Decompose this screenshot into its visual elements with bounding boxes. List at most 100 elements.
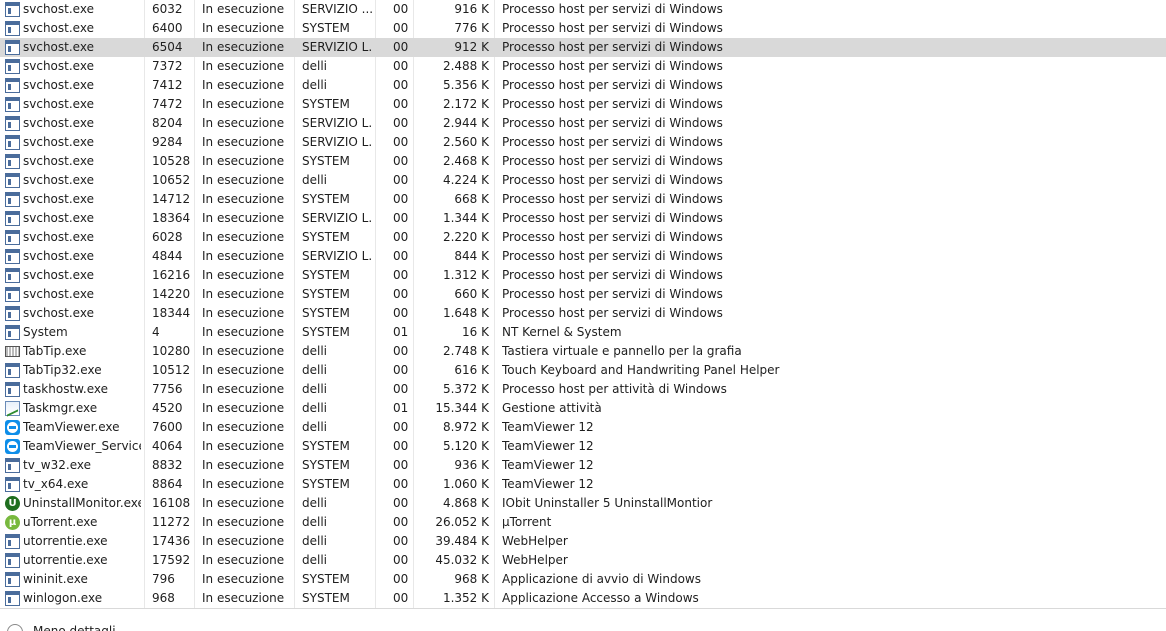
table-row[interactable]: TabTip32.exe 10512 In esecuzione delli 00 616… <box>0 361 1166 380</box>
table-row[interactable]: svchost.exe 18364 In esecuzione SERVIZIO L.… <box>0 209 1166 228</box>
process-icon-cell <box>5 171 21 190</box>
process-icon-cell <box>5 418 21 437</box>
process-memory: 660 K <box>454 287 489 301</box>
process-name: uTorrent.exe <box>23 515 98 529</box>
process-pid: 7600 <box>152 420 183 434</box>
table-row[interactable]: svchost.exe 14712 In esecuzione SYSTEM 00 668… <box>0 190 1166 209</box>
process-cpu: 00 <box>393 268 409 282</box>
process-name: utorrentie.exe <box>23 534 108 548</box>
process-name: svchost.exe <box>23 78 94 92</box>
process-description: Processo host per attività di Windows <box>502 382 727 396</box>
process-cpu: 00 <box>393 230 409 244</box>
process-status: In esecuzione <box>202 154 285 168</box>
process-user: SERVIZIO L... <box>302 116 372 130</box>
process-status: In esecuzione <box>202 496 285 510</box>
process-description: Processo host per servizi di Windows <box>502 192 723 206</box>
table-row[interactable]: utorrentie.exe 17592 In esecuzione delli 00 4… <box>0 551 1166 570</box>
table-row[interactable]: svchost.exe 7372 In esecuzione delli 00 2.488… <box>0 57 1166 76</box>
process-cpu: 00 <box>393 192 409 206</box>
table-row[interactable]: svchost.exe 18344 In esecuzione SYSTEM 00 1.6… <box>0 304 1166 323</box>
table-row[interactable]: U UninstallMonitor.exe 16108 In esecuzione d… <box>0 494 1166 513</box>
process-icon-cell <box>5 228 21 247</box>
process-memory: 16 K <box>462 325 489 339</box>
process-status: In esecuzione <box>202 553 285 567</box>
process-user: SYSTEM <box>302 306 350 320</box>
process-cpu: 00 <box>393 439 409 453</box>
process-status: In esecuzione <box>202 268 285 282</box>
process-user: SYSTEM <box>302 458 350 472</box>
window-app-icon <box>5 268 20 283</box>
table-row[interactable]: svchost.exe 16216 In esecuzione SYSTEM 00 1.3… <box>0 266 1166 285</box>
process-status: In esecuzione <box>202 59 285 73</box>
process-memory: 912 K <box>454 40 489 54</box>
table-row[interactable]: Taskmgr.exe 4520 In esecuzione delli 01 15.34… <box>0 399 1166 418</box>
process-description: WebHelper <box>502 534 568 548</box>
table-row[interactable]: svchost.exe 6504 In esecuzione SERVIZIO L..… <box>0 38 1166 57</box>
process-memory: 15.344 K <box>435 401 489 415</box>
table-row[interactable]: tv_w32.exe 8832 In esecuzione SYSTEM 00 936 K… <box>0 456 1166 475</box>
table-row[interactable]: utorrentie.exe 17436 In esecuzione delli 00 3… <box>0 532 1166 551</box>
process-memory: 4.224 K <box>442 173 489 187</box>
process-pid: 4844 <box>152 249 183 263</box>
process-user: SYSTEM <box>302 477 350 491</box>
table-row[interactable]: TabTip.exe 10280 In esecuzione delli 00 2.748… <box>0 342 1166 361</box>
process-cpu: 00 <box>393 2 409 16</box>
window-app-icon <box>5 458 20 473</box>
process-description: Tastiera virtuale e pannello per la graf… <box>502 344 742 358</box>
process-cpu: 00 <box>393 97 409 111</box>
table-row[interactable]: tv_x64.exe 8864 In esecuzione SYSTEM 00 1.060… <box>0 475 1166 494</box>
process-description: Gestione attività <box>502 401 602 415</box>
table-row[interactable]: svchost.exe 9284 In esecuzione SERVIZIO L..… <box>0 133 1166 152</box>
process-name: tv_w32.exe <box>23 458 91 472</box>
process-user: SYSTEM <box>302 591 350 605</box>
process-cpu: 01 <box>393 401 409 415</box>
process-cpu: 00 <box>393 40 409 54</box>
process-pid: 10280 <box>152 344 191 358</box>
process-name: svchost.exe <box>23 135 94 149</box>
process-memory: 2.468 K <box>442 154 489 168</box>
process-pid: 9284 <box>152 135 183 149</box>
process-cpu: 00 <box>393 572 409 586</box>
table-row[interactable]: svchost.exe 8204 In esecuzione SERVIZIO L..… <box>0 114 1166 133</box>
window-app-icon <box>5 249 20 264</box>
table-row[interactable]: svchost.exe 14220 In esecuzione SYSTEM 00 660… <box>0 285 1166 304</box>
process-description: Processo host per servizi di Windows <box>502 116 723 130</box>
table-row[interactable]: svchost.exe 7412 In esecuzione delli 00 5.356… <box>0 76 1166 95</box>
table-row[interactable]: svchost.exe 10528 In esecuzione SYSTEM 00 2.4… <box>0 152 1166 171</box>
process-description: Processo host per servizi di Windows <box>502 230 723 244</box>
process-description: Processo host per servizi di Windows <box>502 97 723 111</box>
table-row[interactable]: svchost.exe 6028 In esecuzione SYSTEM 00 2.22… <box>0 228 1166 247</box>
table-row[interactable]: µ uTorrent.exe 11272 In esecuzione delli 00 26… <box>0 513 1166 532</box>
window-app-icon <box>5 287 20 302</box>
table-row[interactable]: taskhostw.exe 7756 In esecuzione delli 00 5.3… <box>0 380 1166 399</box>
table-row[interactable]: svchost.exe 6400 In esecuzione SYSTEM 00 776 … <box>0 19 1166 38</box>
process-pid: 16108 <box>152 496 191 510</box>
process-user: SYSTEM <box>302 21 350 35</box>
window-app-icon <box>5 591 20 606</box>
process-memory: 4.868 K <box>442 496 489 510</box>
process-user: delli <box>302 496 328 510</box>
table-row[interactable]: svchost.exe 4844 In esecuzione SERVIZIO L..… <box>0 247 1166 266</box>
table-row[interactable]: TeamViewer.exe 7600 In esecuzione delli 00 8.… <box>0 418 1166 437</box>
less-details-link[interactable]: Meno dettagli <box>33 622 116 631</box>
window-app-icon <box>5 2 20 17</box>
window-app-icon <box>5 40 20 55</box>
process-icon-cell <box>5 399 21 418</box>
process-icon-cell <box>5 190 21 209</box>
table-row[interactable]: svchost.exe 7472 In esecuzione SYSTEM 00 2.17… <box>0 95 1166 114</box>
table-row[interactable]: winlogon.exe 968 In esecuzione SYSTEM 00 1.35… <box>0 589 1166 608</box>
process-pid: 7372 <box>152 59 183 73</box>
table-row[interactable]: svchost.exe 10652 In esecuzione delli 00 4.22… <box>0 171 1166 190</box>
table-row[interactable]: TeamViewer_Service.... 4064 In esecuzione S… <box>0 437 1166 456</box>
process-description: µTorrent <box>502 515 552 529</box>
table-row[interactable]: System 4 In esecuzione SYSTEM 01 16 K NT Kerne… <box>0 323 1166 342</box>
process-cpu: 00 <box>393 306 409 320</box>
process-memory: 616 K <box>454 363 489 377</box>
process-description: Processo host per servizi di Windows <box>502 21 723 35</box>
table-row[interactable]: wininit.exe 796 In esecuzione SYSTEM 00 968 K… <box>0 570 1166 589</box>
process-memory: 668 K <box>454 192 489 206</box>
process-memory: 2.944 K <box>442 116 489 130</box>
table-row[interactable]: svchost.exe 6032 In esecuzione SERVIZIO ...… <box>0 0 1166 19</box>
chevron-up-icon[interactable] <box>7 624 23 631</box>
process-status: In esecuzione <box>202 21 285 35</box>
